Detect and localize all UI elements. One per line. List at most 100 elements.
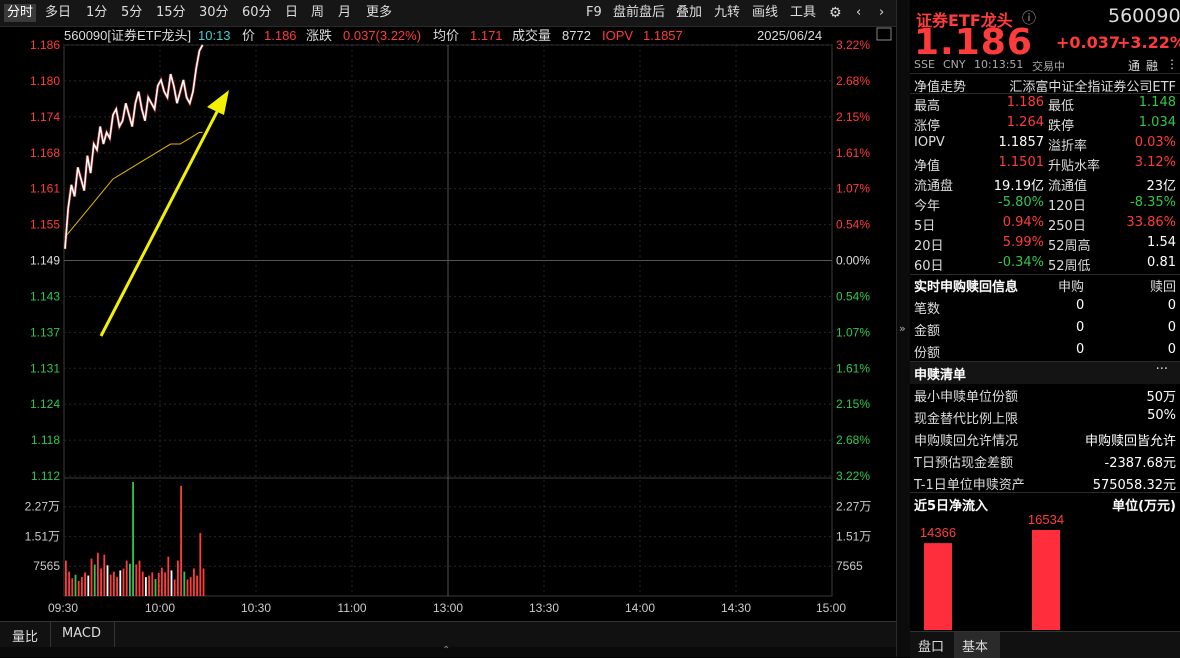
info-price-label: 价 <box>242 28 255 43</box>
volume-bar <box>161 568 163 596</box>
tab-15min[interactable]: 15分 <box>156 4 186 22</box>
stat-label: 52周高 <box>1048 235 1091 254</box>
info-avg: 1.171 <box>470 28 503 43</box>
f9-button[interactable]: F9 <box>586 4 602 22</box>
pct-tick-label: 1.61% <box>836 361 870 375</box>
draw-line-button[interactable]: 画线 <box>752 4 778 22</box>
sub-row-label: 笔数 <box>914 298 940 317</box>
price-tick-label: 1.124 <box>30 397 60 411</box>
volume-tick-label-right: 7565 <box>836 559 863 573</box>
trade-status: 交易中 <box>1032 58 1065 74</box>
chart-corner-icon[interactable] <box>877 28 891 40</box>
tab-pankou[interactable]: 盘口 <box>918 636 944 655</box>
list-row-value: 575058.32元 <box>1093 474 1176 493</box>
big-price: 1.186 <box>914 22 1033 63</box>
stat-label: 跌停 <box>1048 115 1074 134</box>
tab-60min[interactable]: 60分 <box>242 4 272 22</box>
tab-1min[interactable]: 1分 <box>86 4 107 22</box>
volume-bar <box>110 575 112 596</box>
volume-bar <box>113 572 115 596</box>
stat-value: -0.34% <box>998 255 1044 270</box>
time-tick-label: 15:00 <box>816 601 846 615</box>
flow-bar-label: 14366 <box>920 525 956 540</box>
list-row-value: 申购赎回皆允许 <box>1085 430 1176 449</box>
stat-value: 3.12% <box>1135 155 1176 170</box>
flow-bar <box>924 543 952 630</box>
tab-more[interactable]: 更多 <box>366 4 392 22</box>
info-change: 0.037(3.22%) <box>343 28 421 43</box>
nine-turn-button[interactable]: 九转 <box>714 4 740 22</box>
chevron-left-icon[interactable]: ‹ <box>856 4 861 22</box>
tab-month[interactable]: 月 <box>338 4 351 22</box>
big-change: +0.037 <box>1056 33 1120 52</box>
exchange: SSE <box>914 58 935 71</box>
volume-bar <box>193 568 195 596</box>
price-tick-label: 1.137 <box>30 325 60 339</box>
volume-bar <box>84 572 86 596</box>
price-tick-label: 1.143 <box>30 289 60 303</box>
tools-button[interactable]: 工具 <box>790 4 816 22</box>
tab-multi-day[interactable]: 多日 <box>45 4 71 22</box>
chart-canvas[interactable]: 1.1863.22%1.1802.68%1.1742.15%1.1681.61%… <box>0 26 896 621</box>
tab-fenshi[interactable]: 分时 <box>4 4 36 22</box>
redeem-row-value: 0 <box>1168 320 1176 335</box>
tab-day[interactable]: 日 <box>285 4 298 22</box>
quote-panel: 证券ETF龙头 ⓘ 560090 1.186 +0.037 +3.22% SSE… <box>910 0 1180 657</box>
price-tick-label: 1.186 <box>30 38 60 52</box>
stat-value: 1.186 <box>1007 95 1044 110</box>
divider <box>910 73 1180 74</box>
list-more-button[interactable]: ··· <box>1156 362 1168 377</box>
volume-bar <box>199 533 201 596</box>
ellipsis-icon[interactable]: ⋮ <box>1166 57 1178 71</box>
price-tick-label: 1.174 <box>30 110 60 124</box>
stat-label: 净值 <box>914 155 940 174</box>
intraday-chart[interactable]: 1.1863.22%1.1802.68%1.1742.15%1.1681.61%… <box>0 26 896 621</box>
stat-value: 0.94% <box>1003 215 1044 230</box>
tab-volume-ratio[interactable]: 量比 <box>12 626 38 645</box>
tab-macd[interactable]: MACD <box>62 626 101 641</box>
overlay-button[interactable]: 叠加 <box>676 4 702 22</box>
volume-bar <box>100 568 102 596</box>
collapse-icon[interactable]: » <box>899 322 906 335</box>
volume-tick-label: 7565 <box>33 559 60 573</box>
info-volume: 8772 <box>562 28 591 43</box>
info-change-label: 涨跌 <box>306 28 332 43</box>
volume-bar <box>171 570 173 596</box>
volume-bar <box>139 561 141 596</box>
price-tick-label: 1.180 <box>30 74 60 88</box>
volume-bar <box>126 561 128 596</box>
sub-row-value: 0 <box>1076 342 1084 357</box>
volume-bar <box>107 565 109 596</box>
volume-bar <box>177 561 179 596</box>
pre-post-market-button[interactable]: 盘前盘后 <box>613 4 665 22</box>
gear-icon[interactable]: ⚙ <box>829 4 842 22</box>
tab-week[interactable]: 周 <box>311 4 324 22</box>
tab-basic[interactable]: 基本 <box>962 636 988 655</box>
info-iopv: 1.1857 <box>643 28 683 43</box>
price-line-shadow <box>65 45 203 249</box>
info-price: 1.186 <box>264 28 297 43</box>
redeem-row-value: 0 <box>1168 342 1176 357</box>
stat-value: 1.1501 <box>999 155 1045 170</box>
divider <box>910 274 1180 275</box>
tab-divider <box>114 622 115 648</box>
volume-bar <box>190 577 192 596</box>
volume-bar <box>155 579 157 596</box>
time-tick-label: 11:00 <box>337 601 366 615</box>
stat-value: 1.148 <box>1139 95 1176 110</box>
tab-5min[interactable]: 5分 <box>121 4 142 22</box>
volume-tick-label-right: 1.51万 <box>836 530 871 544</box>
volume-bar <box>78 581 80 596</box>
period-toolbar: 分时 多日 1分 5分 15分 30分 60分 日 周 月 更多 F9 盘前盘后… <box>0 0 896 27</box>
tab-divider <box>50 622 51 648</box>
volume-bar <box>203 568 205 596</box>
volume-bar <box>167 557 169 596</box>
pct-tick-label: 2.68% <box>836 433 870 447</box>
tab-30min[interactable]: 30分 <box>199 4 229 22</box>
expand-up-icon[interactable]: ⌃ <box>442 645 450 656</box>
stat-label: IOPV <box>914 135 945 150</box>
chevron-right-icon[interactable]: › <box>879 4 884 22</box>
volume-bar <box>148 576 150 596</box>
volume-bar <box>135 565 137 596</box>
stat-label: 5日 <box>914 215 935 234</box>
